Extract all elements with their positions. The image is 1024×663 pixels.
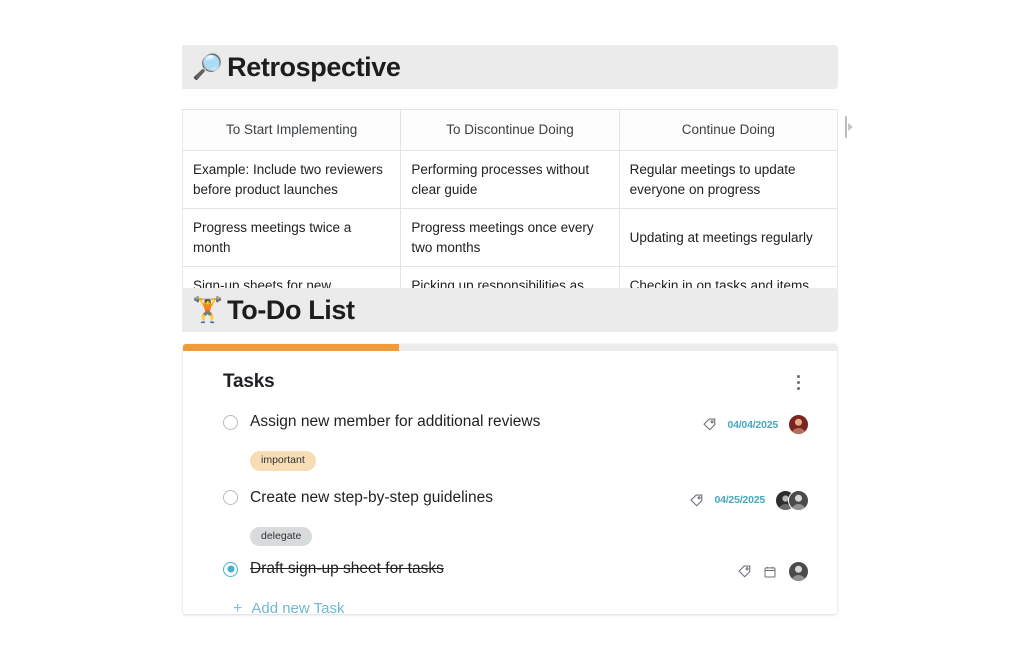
- task-main: Create new step-by-step guidelines: [223, 489, 688, 507]
- status-badge[interactable]: delegate: [250, 526, 313, 546]
- table-cell[interactable]: Updating at meetings regularly: [618, 208, 839, 268]
- avatar[interactable]: [788, 414, 809, 435]
- task-main: Draft sign-up sheet for tasks: [223, 560, 736, 578]
- task-label: Assign new member for additional reviews: [250, 413, 541, 430]
- table-row: Progress meetings twice a month Progress…: [181, 208, 839, 268]
- table-header-cell[interactable]: To Discontinue Doing: [400, 109, 620, 151]
- tag-icon[interactable]: [688, 492, 704, 508]
- tag-icon[interactable]: [736, 564, 752, 580]
- calendar-icon[interactable]: [762, 564, 778, 580]
- task-due-date[interactable]: 04/25/2025: [714, 494, 765, 506]
- add-task-button[interactable]: + Add new Task: [223, 600, 809, 614]
- add-task-label: Add new Task: [251, 600, 345, 614]
- kebab-menu-icon[interactable]: [787, 371, 809, 393]
- task-label: Draft sign-up sheet for tasks: [250, 560, 444, 577]
- avatar[interactable]: [788, 561, 809, 582]
- progress-bar-fill: [183, 344, 399, 351]
- tasks-card-title: Tasks: [223, 371, 275, 392]
- table-cell[interactable]: Progress meetings once every two months: [400, 208, 620, 268]
- tasks-card-header: Tasks: [183, 351, 837, 413]
- assignee-avatars[interactable]: [788, 561, 809, 582]
- plus-icon: +: [233, 599, 243, 614]
- table-cell[interactable]: Regular meetings to update everyone on p…: [618, 149, 839, 210]
- weightlifter-icon: 🏋️: [192, 295, 224, 324]
- task-meta: 04/04/2025: [701, 414, 809, 435]
- list-item[interactable]: Create new step-by-step guidelines 04/25…: [223, 489, 809, 519]
- resize-handle-bar: [845, 116, 847, 138]
- page-root: 🔎 Retrospective To Start Implementing To…: [0, 0, 1024, 663]
- kebab-dot: [796, 374, 800, 378]
- section-header-todo: 🏋️ To-Do List: [182, 288, 838, 332]
- task-due-date[interactable]: 04/04/2025: [727, 419, 778, 431]
- task-checkbox[interactable]: [223, 561, 238, 577]
- task-meta: [736, 561, 809, 582]
- task-checkbox[interactable]: [223, 414, 238, 430]
- table-header-cell[interactable]: To Start Implementing: [181, 109, 402, 151]
- table-cell[interactable]: Example: Include two reviewers before pr…: [181, 149, 402, 210]
- progress-bar-track: [183, 344, 837, 351]
- task-list: Assign new member for additional reviews…: [183, 413, 837, 614]
- list-item[interactable]: Assign new member for additional reviews…: [223, 413, 809, 443]
- section-header-retrospective: 🔎 Retrospective: [182, 45, 838, 89]
- column-resize-handle[interactable]: [845, 114, 855, 140]
- task-label: Create new step-by-step guidelines: [250, 488, 493, 506]
- task-chip-row: important: [223, 450, 809, 471]
- table-cell[interactable]: Progress meetings twice a month: [181, 208, 402, 268]
- tasks-card: Tasks Assign new member for additional r…: [183, 344, 837, 614]
- task-main: Assign new member for additional reviews: [223, 413, 701, 431]
- task-meta: 04/25/2025: [688, 489, 809, 511]
- status-badge[interactable]: important: [250, 451, 316, 471]
- task-chip-row: delegate: [223, 526, 809, 546]
- magnifying-glass-icon: 🔎: [192, 52, 224, 81]
- table-header-cell[interactable]: Continue Doing: [618, 109, 839, 151]
- chevron-right-icon: [848, 123, 853, 131]
- assignee-avatars[interactable]: [775, 489, 809, 511]
- page-title-todo: To-Do List: [227, 294, 355, 325]
- tag-icon[interactable]: [701, 417, 717, 433]
- assignee-avatars[interactable]: [788, 414, 809, 435]
- table-row: Example: Include two reviewers before pr…: [181, 149, 839, 210]
- task-checkbox[interactable]: [223, 490, 238, 505]
- avatar[interactable]: [788, 489, 809, 511]
- list-item[interactable]: Draft sign-up sheet for tasks: [223, 560, 809, 590]
- kebab-dot: [796, 380, 800, 384]
- page-title-retrospective: Retrospective: [227, 51, 401, 82]
- kebab-dot: [796, 386, 800, 390]
- table-cell[interactable]: Performing processes without clear guide: [400, 149, 620, 210]
- table-header-row: To Start Implementing To Discontinue Doi…: [181, 109, 839, 151]
